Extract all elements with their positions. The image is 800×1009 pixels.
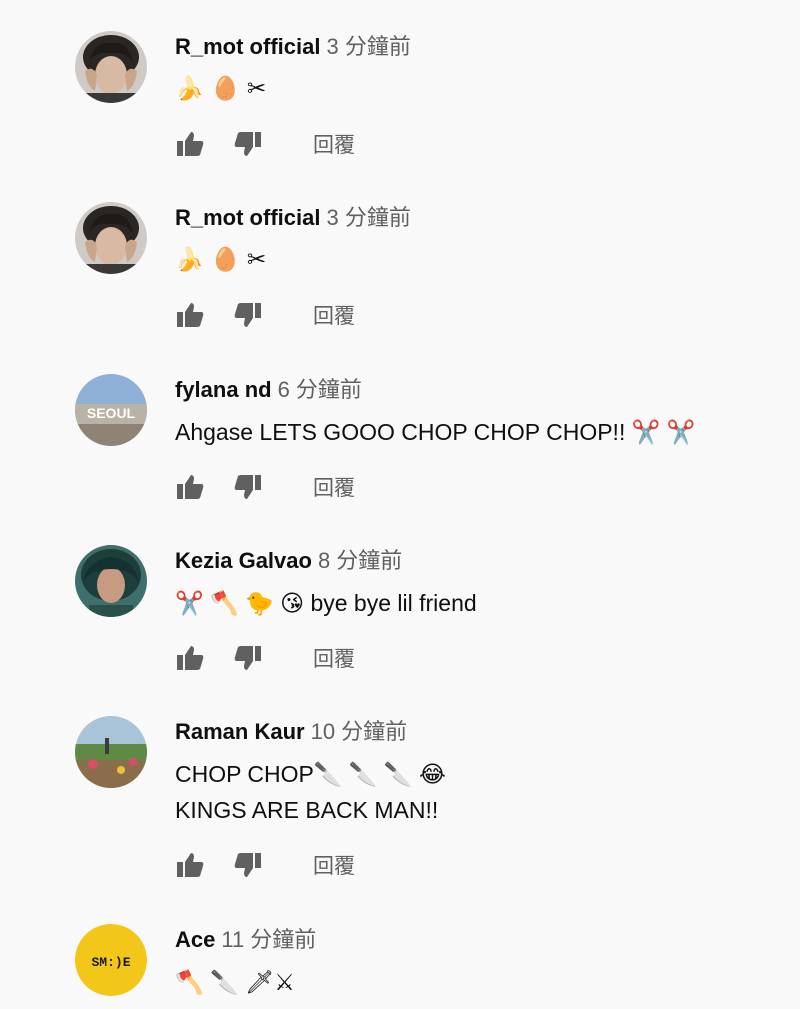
- comment-actions: 回覆: [175, 472, 355, 502]
- comment-actions: 回覆: [175, 300, 355, 330]
- thumbs-down-icon[interactable]: [233, 129, 263, 159]
- comment-line: 🍌 🥚 ✂: [175, 76, 267, 102]
- comment-item: Kezia Galvao 8 分鐘前 ✂️ 🪓 🐤 😘 bye bye lil f…: [0, 545, 800, 685]
- comment-line: 🍌 🥚 ✂: [175, 247, 267, 273]
- comment-text: CHOP CHOP🔪 🔪 🔪 😂 KINGS ARE BACK MAN!!: [175, 756, 446, 828]
- comment-header: R_mot official 3 分鐘前: [175, 33, 411, 61]
- comment-line: KINGS ARE BACK MAN!!: [175, 797, 439, 823]
- comment-author[interactable]: R_mot official: [175, 205, 320, 230]
- comment-item: Raman Kaur 10 分鐘前 CHOP CHOP🔪 🔪 🔪 😂 KINGS …: [0, 716, 800, 896]
- comment-line: 🪓 🔪 🗡⚔: [175, 969, 295, 995]
- comment-header: R_mot official 3 分鐘前: [175, 204, 411, 232]
- reply-button[interactable]: 回覆: [313, 300, 355, 330]
- avatar[interactable]: SEOUL: [75, 374, 147, 446]
- thumbs-down-icon[interactable]: [233, 472, 263, 502]
- thumbs-up-icon[interactable]: [175, 472, 205, 502]
- comment-header: Ace 11 分鐘前: [175, 926, 316, 954]
- comment-item: SEOUL fylana nd 6 分鐘前 Ahgase LETS GOOO CH…: [0, 374, 800, 514]
- comment-item: SM:)E Ace 11 分鐘前 🪓 🔪 🗡⚔: [0, 924, 800, 1009]
- comment-text: 🍌 🥚 ✂: [175, 71, 266, 107]
- thumbs-down-icon[interactable]: [233, 300, 263, 330]
- comment-text: 🪓 🔪 🗡⚔: [175, 964, 295, 1000]
- avatar[interactable]: SM:)E: [75, 924, 147, 996]
- comment-text: Ahgase LETS GOOO CHOP CHOP CHOP!! ✂️ ✂️: [175, 414, 695, 450]
- comment-author[interactable]: R_mot official: [175, 34, 320, 59]
- comment-time[interactable]: 3 分鐘前: [326, 205, 410, 230]
- comment-time[interactable]: 11 分鐘前: [221, 927, 316, 952]
- comment-text: ✂️ 🪓 🐤 😘 bye bye lil friend: [175, 585, 477, 621]
- avatar[interactable]: [75, 202, 147, 274]
- comment-line: ✂️ 🪓 🐤 😘 bye bye lil friend: [175, 590, 477, 616]
- comment-header: Kezia Galvao 8 分鐘前: [175, 547, 402, 575]
- comment-author[interactable]: Kezia Galvao: [175, 548, 312, 573]
- comment-actions: 回覆: [175, 643, 355, 673]
- reply-button[interactable]: 回覆: [313, 850, 355, 880]
- thumbs-up-icon[interactable]: [175, 300, 205, 330]
- reply-button[interactable]: 回覆: [313, 129, 355, 159]
- comment-author[interactable]: Raman Kaur: [175, 719, 305, 744]
- thumbs-down-icon[interactable]: [233, 850, 263, 880]
- comment-header: fylana nd 6 分鐘前: [175, 376, 362, 404]
- comment-actions: 回覆: [175, 850, 355, 880]
- comment-text: 🍌 🥚 ✂: [175, 242, 266, 278]
- thumbs-down-icon[interactable]: [233, 643, 263, 673]
- comment-author[interactable]: Ace: [175, 927, 215, 952]
- comment-author[interactable]: fylana nd: [175, 377, 272, 402]
- comment-actions: 回覆: [175, 129, 355, 159]
- comment-time[interactable]: 6 分鐘前: [278, 377, 362, 402]
- comment-line: CHOP CHOP🔪 🔪 🔪 😂: [175, 761, 446, 787]
- comment-line: Ahgase LETS GOOO CHOP CHOP CHOP!! ✂️ ✂️: [175, 419, 696, 445]
- avatar-text: SM:)E: [91, 955, 130, 970]
- avatar[interactable]: [75, 545, 147, 617]
- thumbs-up-icon[interactable]: [175, 850, 205, 880]
- thumbs-up-icon[interactable]: [175, 129, 205, 159]
- avatar-text: SEOUL: [87, 405, 136, 421]
- reply-button[interactable]: 回覆: [313, 472, 355, 502]
- comment-item: R_mot official 3 分鐘前 🍌 🥚 ✂ 回覆: [0, 31, 800, 171]
- comment-time[interactable]: 8 分鐘前: [318, 548, 402, 573]
- avatar[interactable]: [75, 31, 147, 103]
- comment-time[interactable]: 3 分鐘前: [326, 34, 410, 59]
- comment-header: Raman Kaur 10 分鐘前: [175, 718, 407, 746]
- comment-time[interactable]: 10 分鐘前: [311, 719, 408, 744]
- reply-button[interactable]: 回覆: [313, 643, 355, 673]
- comment-item: R_mot official 3 分鐘前 🍌 🥚 ✂ 回覆: [0, 202, 800, 342]
- thumbs-up-icon[interactable]: [175, 643, 205, 673]
- avatar[interactable]: [75, 716, 147, 788]
